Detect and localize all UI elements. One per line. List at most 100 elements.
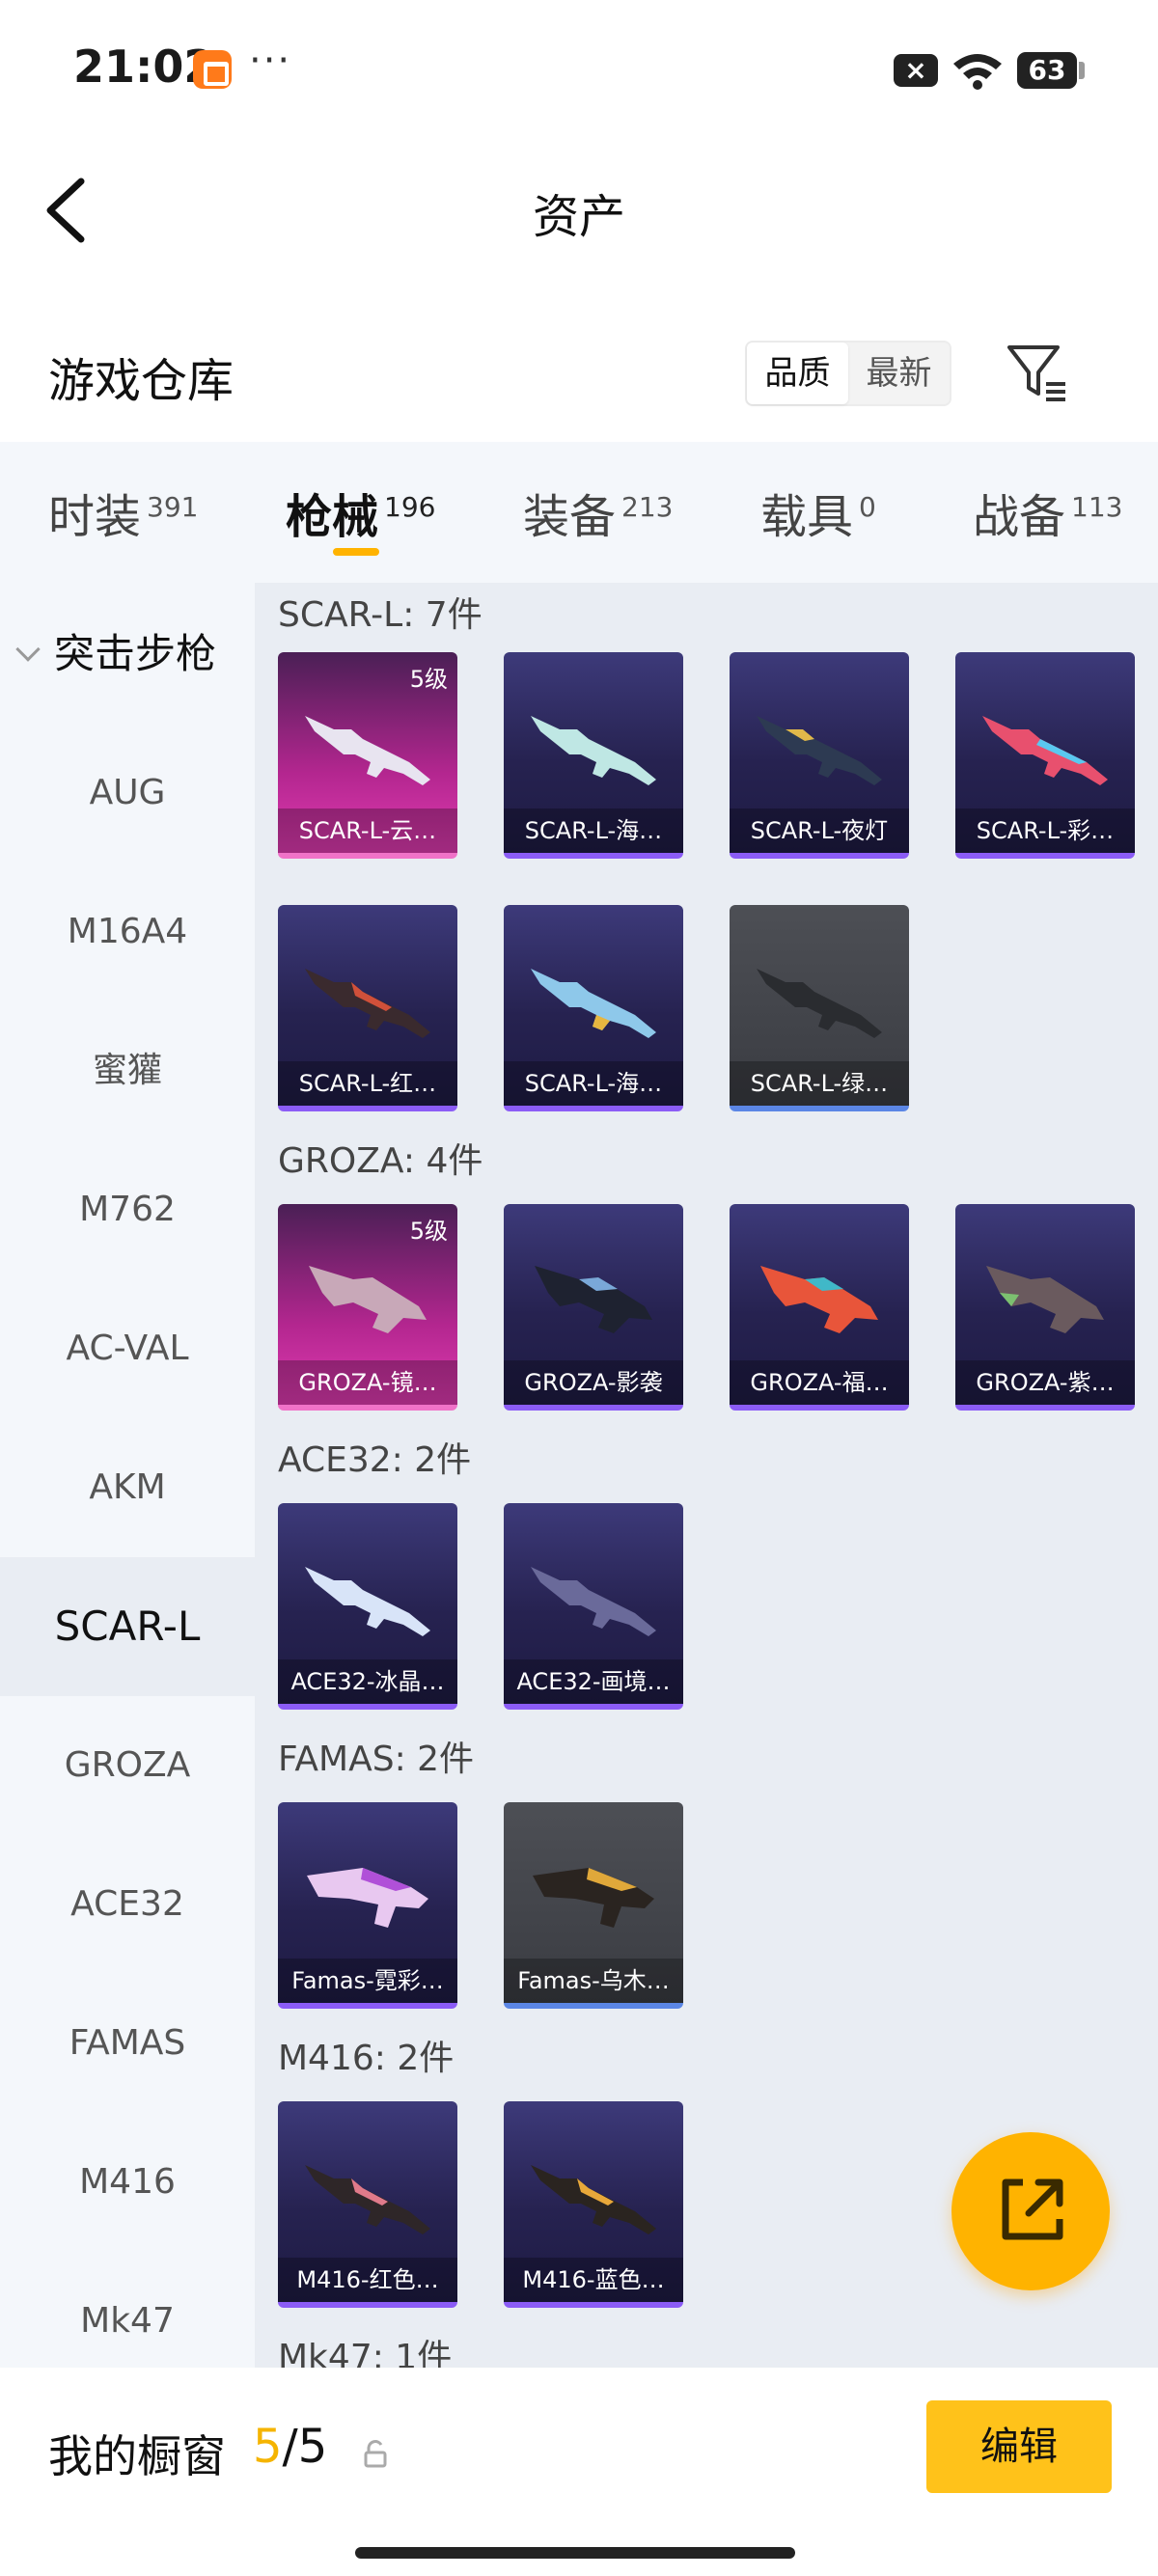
tab-vehicles[interactable]: 载具 0	[760, 479, 876, 546]
weapon-grid: SCAR-L: 7件 5级 SCAR-L-云… SCAR-L-海… SCAR-L-…	[255, 583, 1158, 2368]
showcase-count: 5/5	[253, 2420, 328, 2474]
page-title: 资产	[532, 190, 625, 244]
group-label: Mk47: 1件	[278, 2338, 453, 2368]
card-name: GROZA-紫…	[955, 1360, 1135, 1405]
sidebar-item[interactable]: 蜜獾	[0, 1001, 255, 1140]
card-name: SCAR-L-夜灯	[730, 808, 909, 853]
external-link-icon	[1002, 2179, 1063, 2240]
rifle-icon	[531, 2165, 656, 2234]
card-name: M416-红色…	[278, 2258, 457, 2302]
lock-icon	[364, 2440, 387, 2468]
battery-icon: 63	[1017, 52, 1077, 89]
group-label: SCAR-L: 7件	[278, 595, 482, 635]
card-name: GROZA-福…	[730, 1360, 909, 1405]
weapon-card[interactable]: 5级 SCAR-L-云…	[278, 652, 457, 859]
weapon-card[interactable]: SCAR-L-绿…	[730, 905, 909, 1111]
sidebar-item-active[interactable]: SCAR-L	[0, 1557, 255, 1696]
weapon-sidebar: 突击步枪 AUG M16A4 蜜獾 M762 AC-VAL AKM SCAR-L…	[0, 583, 255, 2368]
card-name: SCAR-L-绿…	[730, 1061, 909, 1106]
bullpup-rifle-icon	[309, 1266, 427, 1333]
share-button[interactable]	[951, 2132, 1110, 2290]
chevron-down-icon	[15, 637, 41, 662]
filter-icon[interactable]	[1004, 340, 1071, 407]
card-name: SCAR-L-云…	[278, 808, 457, 853]
weapon-card[interactable]: SCAR-L-海…	[504, 652, 683, 859]
battery-nub	[1079, 62, 1085, 79]
card-name: GROZA-镜…	[278, 1360, 457, 1405]
tab-equipment[interactable]: 装备 213	[523, 479, 673, 546]
rifle-icon	[531, 1567, 656, 1636]
rifle-icon	[982, 716, 1108, 785]
group-label: FAMAS: 2件	[278, 1740, 475, 1779]
weapon-card[interactable]: 5级 GROZA-镜…	[278, 1204, 457, 1411]
rifle-icon	[757, 716, 882, 785]
group-label: M416: 2件	[278, 2039, 455, 2078]
home-indicator	[355, 2547, 795, 2559]
sidebar-item[interactable]: M416	[0, 2113, 255, 2252]
sidebar-item[interactable]: AUG	[0, 724, 255, 863]
more-notifications-icon: ···	[249, 39, 292, 83]
card-name: Famas-霓彩…	[278, 1959, 457, 2003]
sidebar-item[interactable]: FAMAS	[0, 1974, 255, 2113]
rifle-icon	[305, 1567, 430, 1636]
sort-newest-button[interactable]: 最新	[848, 343, 950, 404]
rifle-icon	[305, 969, 430, 1038]
card-name: SCAR-L-海…	[504, 1061, 683, 1106]
bullpup-rifle-icon	[307, 1868, 428, 1928]
weapon-card[interactable]: GROZA-紫…	[955, 1204, 1135, 1411]
card-name: SCAR-L-红…	[278, 1061, 457, 1106]
weapon-card[interactable]: GROZA-影袭	[504, 1204, 683, 1411]
rifle-icon	[757, 969, 882, 1038]
card-name: SCAR-L-海…	[504, 808, 683, 853]
warehouse-title: 游戏仓库	[48, 354, 234, 408]
rifle-icon	[305, 716, 430, 785]
sidebar-group-assault-rifles[interactable]: 突击步枪	[15, 621, 216, 680]
sidebar-item[interactable]: AC-VAL	[0, 1279, 255, 1418]
card-name: SCAR-L-彩…	[955, 808, 1135, 853]
edit-button[interactable]: 编辑	[926, 2400, 1112, 2493]
status-bar: 21:02 ··· × 63	[0, 0, 1158, 145]
rifle-icon	[531, 716, 656, 785]
sidebar-item[interactable]: GROZA	[0, 1696, 255, 1835]
bullpup-rifle-icon	[533, 1868, 654, 1928]
rifle-icon	[305, 2165, 430, 2234]
bullpup-rifle-icon	[760, 1266, 878, 1333]
rifle-icon	[531, 969, 656, 1038]
weapon-card[interactable]: M416-红色…	[278, 2101, 457, 2308]
wifi-icon	[953, 54, 1002, 90]
sidebar-item[interactable]: ACE32	[0, 1835, 255, 1974]
weapon-card[interactable]: SCAR-L-夜灯	[730, 652, 909, 859]
close-notification-icon: ×	[894, 54, 938, 87]
sort-toggle: 品质 最新	[745, 341, 951, 406]
weapon-card[interactable]: GROZA-福…	[730, 1204, 909, 1411]
sidebar-item[interactable]: AKM	[0, 1418, 255, 1557]
weapon-card[interactable]: SCAR-L-红…	[278, 905, 457, 1111]
weapon-card[interactable]: M416-蓝色…	[504, 2101, 683, 2308]
showcase-label: 我的橱窗	[48, 2430, 226, 2482]
sidebar-item[interactable]: M762	[0, 1140, 255, 1279]
category-tabs: 时装 391 枪械 196 装备 213 载具 0 战备 113	[0, 442, 1158, 583]
bullpup-rifle-icon	[535, 1266, 652, 1333]
tab-weapons[interactable]: 枪械 196	[286, 479, 435, 546]
shopping-bag-icon	[193, 50, 232, 89]
group-label: GROZA: 4件	[278, 1141, 483, 1181]
weapon-card[interactable]: SCAR-L-彩…	[955, 652, 1135, 859]
weapon-card[interactable]: ACE32-冰晶…	[278, 1503, 457, 1710]
active-tab-indicator	[333, 548, 379, 556]
weapon-card[interactable]: Famas-乌木…	[504, 1802, 683, 2009]
sidebar-item[interactable]: M16A4	[0, 863, 255, 1001]
group-label: ACE32: 2件	[278, 1440, 472, 1480]
tab-supplies[interactable]: 战备 113	[973, 479, 1122, 546]
weapon-card[interactable]: ACE32-画境…	[504, 1503, 683, 1710]
bullpup-rifle-icon	[986, 1266, 1104, 1333]
card-name: GROZA-影袭	[504, 1360, 683, 1405]
card-name: ACE32-画境…	[504, 1659, 683, 1704]
card-name: Famas-乌木…	[504, 1959, 683, 2003]
card-name: ACE32-冰晶…	[278, 1659, 457, 1704]
card-name: M416-蓝色…	[504, 2258, 683, 2302]
weapon-card[interactable]: SCAR-L-海…	[504, 905, 683, 1111]
showcase-bar: 我的橱窗 5/5 编辑	[0, 2368, 1158, 2576]
tab-fashion[interactable]: 时装 391	[48, 479, 198, 546]
weapon-card[interactable]: Famas-霓彩…	[278, 1802, 457, 2009]
sort-quality-button[interactable]: 品质	[747, 343, 848, 404]
